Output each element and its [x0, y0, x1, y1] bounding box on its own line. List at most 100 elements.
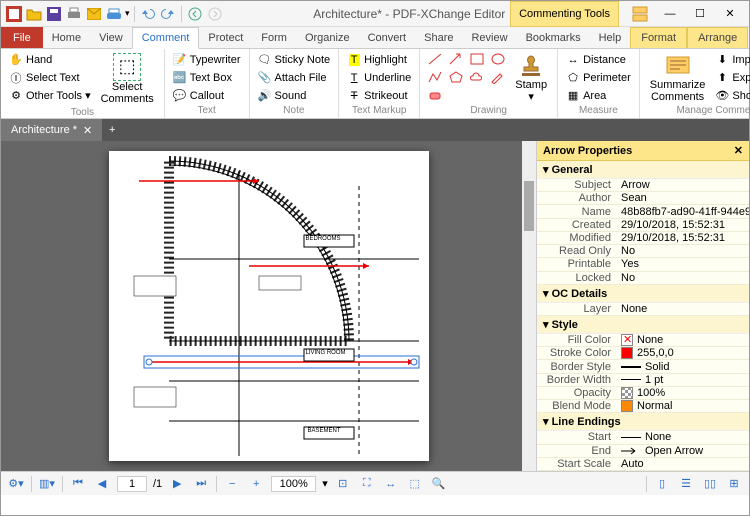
- zoom-input[interactable]: [271, 476, 316, 492]
- fit-visible-icon[interactable]: ⬚: [406, 475, 424, 493]
- next-page-icon[interactable]: ▶: [168, 475, 186, 493]
- zoom-out-icon[interactable]: −: [223, 475, 241, 493]
- add-tab-button[interactable]: +: [102, 119, 122, 141]
- zoom-selection-icon[interactable]: 🔍: [430, 475, 448, 493]
- select-text-tool[interactable]: ⒾSelect Text: [7, 69, 93, 86]
- ui-options-icon[interactable]: [625, 4, 655, 24]
- tab-bookmarks[interactable]: Bookmarks: [517, 27, 590, 48]
- document-view[interactable]: BEDROOMS LIVING ROOM BASEMENT: [1, 141, 536, 471]
- layout-facing-icon[interactable]: ▯▯: [701, 475, 719, 493]
- tab-convert[interactable]: Convert: [359, 27, 416, 48]
- textbox-tool[interactable]: 🔤Text Box: [171, 69, 243, 86]
- vertical-scrollbar[interactable]: [522, 141, 536, 471]
- tab-form[interactable]: Form: [252, 27, 296, 48]
- section-line-endings[interactable]: ▾ Line Endings: [537, 413, 749, 431]
- scan-icon[interactable]: [105, 5, 123, 23]
- page-number-input[interactable]: [117, 476, 147, 492]
- oval-tool[interactable]: [489, 51, 507, 67]
- undo-icon[interactable]: [139, 5, 157, 23]
- attach-file-tool[interactable]: 📎Attach File: [256, 69, 333, 86]
- prop-fill-color[interactable]: Fill Color✕None: [537, 334, 749, 347]
- prop-blend-mode[interactable]: Blend ModeNormal: [537, 400, 749, 413]
- close-button[interactable]: ✕: [715, 4, 745, 24]
- highlight-tool[interactable]: THighlight: [345, 51, 413, 68]
- prop-start-ending[interactable]: StartNone: [537, 431, 749, 444]
- prop-layer[interactable]: LayerNone: [537, 303, 749, 316]
- layout-facing-cont-icon[interactable]: ⊞: [725, 475, 743, 493]
- section-oc[interactable]: ▾ OC Details: [537, 285, 749, 303]
- tab-view[interactable]: View: [90, 27, 132, 48]
- show-comments-dropdown[interactable]: 👁Show ▾: [713, 87, 750, 104]
- last-page-icon[interactable]: ⏭: [192, 475, 210, 493]
- prop-start-scale[interactable]: Start ScaleAuto: [537, 458, 749, 471]
- mail-icon[interactable]: [85, 5, 103, 23]
- tab-comment[interactable]: Comment: [132, 27, 200, 49]
- typewriter-tool[interactable]: 📝Typewriter: [171, 51, 243, 68]
- sticky-note-tool[interactable]: 🗨Sticky Note: [256, 51, 333, 68]
- fit-page-icon[interactable]: ⛶: [358, 475, 376, 493]
- select-comments-button[interactable]: ⬚Select Comments: [97, 51, 158, 107]
- prop-author[interactable]: AuthorSean: [537, 192, 749, 205]
- perimeter-tool[interactable]: ⬠Perimeter: [564, 69, 633, 86]
- layout-single-icon[interactable]: ▯: [653, 475, 671, 493]
- arrow-tool[interactable]: [447, 51, 465, 67]
- strikeout-tool[interactable]: TStrikeout: [345, 87, 413, 104]
- tab-review[interactable]: Review: [462, 27, 516, 48]
- tab-protect[interactable]: Protect: [199, 27, 252, 48]
- prop-printable[interactable]: PrintableYes: [537, 258, 749, 271]
- document-tab[interactable]: Architecture *✕: [1, 119, 102, 141]
- prev-page-icon[interactable]: ◀: [93, 475, 111, 493]
- section-style[interactable]: ▾ Style: [537, 316, 749, 334]
- hand-tool[interactable]: ✋Hand: [7, 51, 93, 68]
- other-tools-dropdown[interactable]: ⚙Other Tools ▾: [7, 87, 93, 104]
- stamp-button[interactable]: Stamp ▾: [511, 51, 551, 105]
- tab-organize[interactable]: Organize: [296, 27, 359, 48]
- prop-border-width[interactable]: Border Width1 pt: [537, 374, 749, 387]
- sound-tool[interactable]: 🔊Sound: [256, 87, 333, 104]
- first-page-icon[interactable]: ⏮: [69, 475, 87, 493]
- rect-tool[interactable]: [468, 51, 486, 67]
- prop-end-ending[interactable]: EndOpen Arrow: [537, 445, 749, 458]
- cloud-tool[interactable]: [468, 69, 486, 85]
- tab-home[interactable]: Home: [43, 27, 90, 48]
- underline-tool[interactable]: TUnderline: [345, 69, 413, 86]
- fit-width-icon[interactable]: ↔: [382, 475, 400, 493]
- open-icon[interactable]: [25, 5, 43, 23]
- redo-icon[interactable]: [159, 5, 177, 23]
- prop-subject[interactable]: SubjectArrow: [537, 179, 749, 192]
- sidebar-toggle-icon[interactable]: ▥▾: [38, 475, 56, 493]
- tab-help[interactable]: Help: [590, 27, 631, 48]
- distance-tool[interactable]: ↔Distance: [564, 51, 633, 68]
- pencil-tool[interactable]: [489, 69, 507, 85]
- zoom-in-icon[interactable]: +: [247, 475, 265, 493]
- import-comments[interactable]: ⬇Import: [713, 51, 750, 68]
- area-tool[interactable]: ▦Area: [564, 87, 633, 104]
- save-icon[interactable]: [45, 5, 63, 23]
- line-tool[interactable]: [426, 51, 444, 67]
- summarize-comments-button[interactable]: Summarize Comments: [646, 51, 710, 105]
- close-tab-icon[interactable]: ✕: [83, 124, 92, 137]
- options-gear-icon[interactable]: ⚙▾: [7, 475, 25, 493]
- tab-arrange[interactable]: Arrange: [687, 27, 748, 48]
- tab-file[interactable]: File: [1, 27, 43, 48]
- prop-readonly[interactable]: Read OnlyNo: [537, 245, 749, 258]
- polyline-tool[interactable]: [426, 69, 444, 85]
- close-panel-icon[interactable]: ✕: [734, 144, 743, 157]
- eraser-tool[interactable]: [426, 87, 444, 103]
- forward-icon[interactable]: [206, 5, 224, 23]
- prop-opacity[interactable]: Opacity100%: [537, 387, 749, 400]
- callout-tool[interactable]: 💬Callout: [171, 87, 243, 104]
- tab-share[interactable]: Share: [415, 27, 462, 48]
- tab-format[interactable]: Format: [630, 27, 687, 48]
- prop-stroke-color[interactable]: Stroke Color255,0,0: [537, 347, 749, 360]
- polygon-tool[interactable]: [447, 69, 465, 85]
- maximize-button[interactable]: ☐: [685, 4, 715, 24]
- minimize-button[interactable]: —: [655, 4, 685, 24]
- app-icon[interactable]: [5, 5, 23, 23]
- back-icon[interactable]: [186, 5, 204, 23]
- layout-continuous-icon[interactable]: ☰: [677, 475, 695, 493]
- section-general[interactable]: ▾ General: [537, 161, 749, 179]
- print-icon[interactable]: [65, 5, 83, 23]
- prop-border-style[interactable]: Border StyleSolid: [537, 360, 749, 373]
- zoom-actual-icon[interactable]: ⊡: [334, 475, 352, 493]
